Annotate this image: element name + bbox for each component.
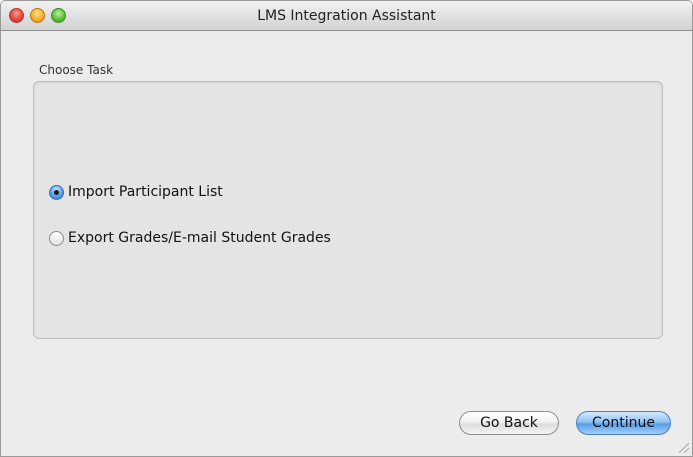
assistant-window: LMS Integration Assistant Choose Task Im…	[0, 0, 693, 457]
radio-label-export[interactable]: Export Grades/E-mail Student Grades	[68, 230, 331, 246]
window-title: LMS Integration Assistant	[257, 8, 436, 24]
radio-import-participant-list[interactable]: Import Participant List	[49, 182, 223, 202]
radio-label-import[interactable]: Import Participant List	[68, 184, 223, 200]
continue-button[interactable]: Continue	[576, 411, 671, 435]
choose-task-group	[33, 81, 663, 339]
title-bar[interactable]: LMS Integration Assistant	[1, 1, 692, 31]
radio-export-grades[interactable]: Export Grades/E-mail Student Grades	[49, 228, 331, 248]
go-back-button[interactable]: Go Back	[459, 411, 559, 435]
resize-grip-icon[interactable]	[679, 443, 689, 453]
choose-task-label: Choose Task	[39, 63, 114, 77]
radio-unselected-icon[interactable]	[49, 230, 64, 246]
radio-selected-icon[interactable]	[49, 184, 64, 200]
